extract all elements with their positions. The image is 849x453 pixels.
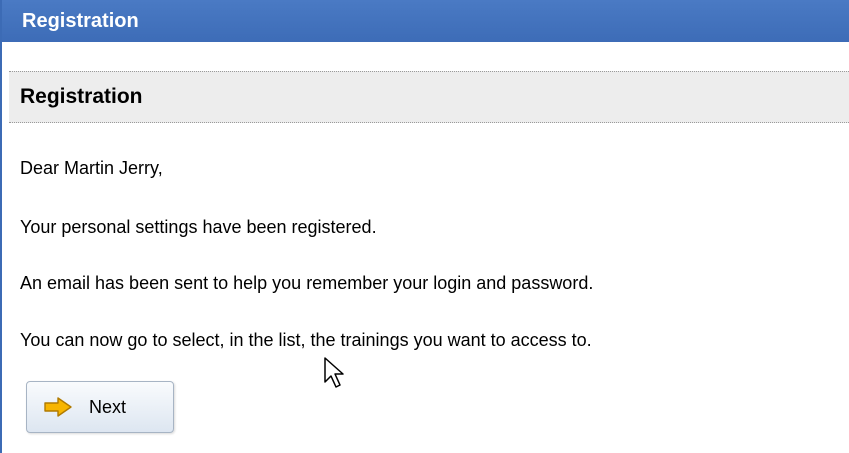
registration-window: Registration Registration Dear Martin Je… — [0, 0, 849, 453]
section-header: Registration — [9, 71, 849, 123]
next-button[interactable]: Next — [26, 381, 174, 433]
confirmation-text: Your personal settings have been registe… — [20, 217, 377, 237]
window-title: Registration — [22, 10, 139, 32]
window-titlebar: Registration — [2, 0, 849, 42]
arrow-right-icon — [43, 397, 73, 417]
section-title: Registration — [20, 85, 143, 108]
email-info-text: An email has been sent to help you remem… — [20, 273, 594, 293]
greeting-text: Dear Martin Jerry, — [20, 158, 163, 178]
next-button-label: Next — [89, 396, 127, 417]
mouse-pointer-icon — [323, 356, 347, 390]
next-step-text: You can now go to select, in the list, t… — [20, 330, 592, 350]
